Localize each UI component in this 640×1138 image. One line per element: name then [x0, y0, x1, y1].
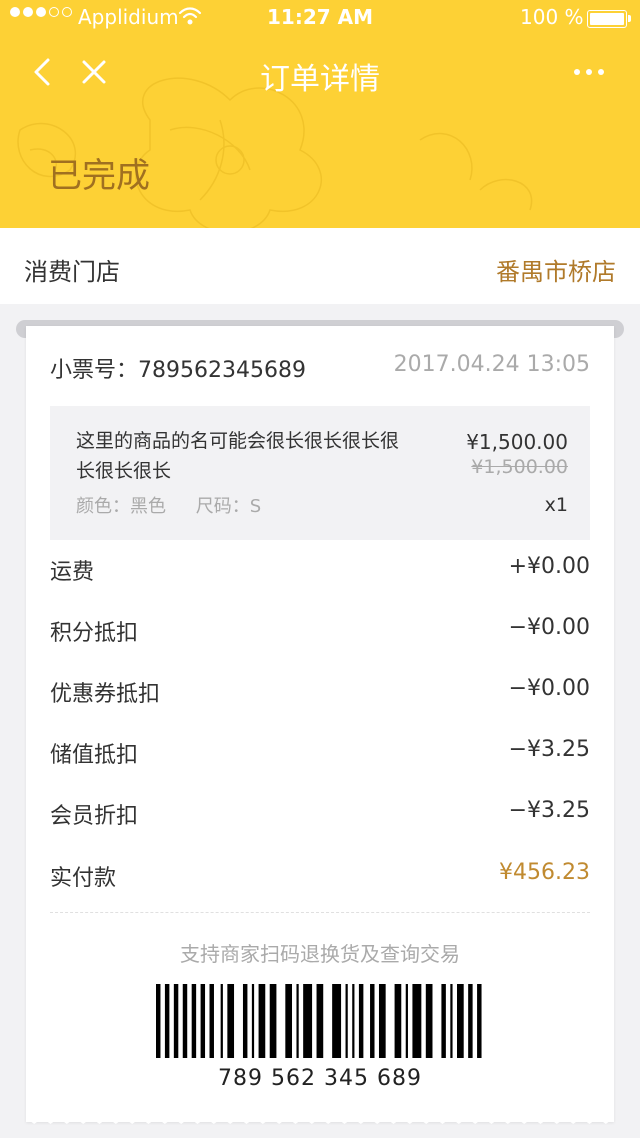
ticket-row: 小票号：789562345689 2017.04.24 13:05	[50, 352, 590, 386]
fee-label: 储值抵扣	[50, 743, 139, 768]
barcode-bar	[378, 984, 386, 1058]
barcode-bar	[200, 984, 206, 1058]
barcode-bar	[209, 984, 214, 1058]
product-price: ¥1,500.00	[466, 430, 568, 454]
product-attributes: 颜色：黑色 尺码：S	[76, 492, 261, 518]
receipt-torn-edge	[26, 1110, 614, 1124]
fee-value: −¥0.00	[508, 676, 590, 701]
store-name: 番禺市桥店	[496, 258, 616, 286]
barcode-bar	[156, 984, 161, 1058]
barcode-bar	[220, 984, 223, 1058]
product-name: 这里的商品的名可能会很长很长很长很长很长很长	[76, 430, 400, 482]
ticket-date: 2017.04.24 13:05	[393, 352, 590, 377]
barcode-bar	[316, 984, 324, 1058]
status-bar: Applidium 11:27 AM 100 %	[0, 0, 640, 36]
navigation-bar: 订单详情	[0, 36, 640, 108]
barcode-bar	[394, 984, 402, 1058]
barcode-bar	[269, 984, 277, 1058]
fee-row-total: 实付款 ¥456.23	[50, 860, 590, 892]
fee-row-stored-value: 储值抵扣 −¥3.25	[50, 737, 590, 769]
fee-value: +¥0.00	[508, 554, 590, 579]
barcode-bar	[358, 984, 364, 1058]
fee-label: 会员折扣	[50, 804, 139, 829]
ticket-number: 小票号：789562345689	[50, 358, 306, 383]
fee-value: −¥0.00	[508, 615, 590, 640]
fee-row-coupon: 优惠券抵扣 −¥0.00	[50, 676, 590, 708]
barcode-bar	[441, 984, 446, 1058]
barcode-bar	[468, 984, 473, 1058]
store-row: 消费门店 番禺市桥店	[0, 228, 640, 304]
barcode	[156, 984, 482, 1058]
product-color: 颜色：黑色	[76, 496, 166, 517]
barcode-bar	[251, 984, 255, 1058]
scan-note: 支持商家扫码退换货及查询交易	[180, 942, 460, 966]
barcode-bar	[242, 984, 248, 1058]
barcode-bar	[191, 984, 197, 1058]
total-value: ¥456.23	[499, 860, 590, 885]
fee-label: 运费	[50, 560, 95, 585]
barcode-bar	[258, 984, 266, 1058]
barcode-bar	[182, 984, 188, 1058]
fee-row-shipping: 运费 +¥0.00	[50, 554, 590, 586]
barcode-bar	[303, 984, 313, 1058]
barcode-bar	[285, 984, 293, 1058]
barcode-bar	[332, 984, 342, 1058]
barcode-bar	[173, 984, 179, 1058]
barcode-bar	[450, 984, 453, 1058]
barcode-bar	[477, 984, 482, 1058]
barcode-bar	[457, 984, 464, 1058]
store-label: 消费门店	[24, 258, 120, 286]
fee-label: 优惠券抵扣	[50, 682, 161, 707]
fee-value: −¥3.25	[508, 737, 590, 762]
total-label: 实付款	[50, 866, 117, 891]
barcode-bar	[227, 984, 235, 1058]
battery-icon	[587, 10, 631, 28]
fee-row-points: 积分抵扣 −¥0.00	[50, 615, 590, 647]
barcode-bar	[296, 984, 299, 1058]
header: Applidium 11:27 AM 100 % 订单详情 已完成	[0, 0, 640, 228]
fee-row-member-discount: 会员折扣 −¥3.25	[50, 798, 590, 830]
barcode-bar	[352, 984, 355, 1058]
barcode-bar	[345, 984, 348, 1058]
order-status: 已完成	[48, 156, 150, 196]
barcode-bar	[164, 984, 170, 1058]
barcode-number: 789 562 345 689	[218, 1066, 422, 1091]
receipt: 小票号：789562345689 2017.04.24 13:05 这里的商品的…	[26, 326, 614, 1122]
fee-label: 积分抵扣	[50, 621, 139, 646]
product-quantity: x1	[544, 494, 568, 516]
battery-percentage: 100 %	[520, 5, 584, 29]
barcode-bar	[412, 984, 422, 1058]
product-item[interactable]: 这里的商品的名可能会很长很长很长很长很长很长 颜色：黑色 尺码：S ¥1,500…	[50, 406, 590, 540]
fee-value: −¥3.25	[508, 798, 590, 823]
product-original-price: ¥1,500.00	[471, 456, 568, 478]
divider	[50, 912, 590, 913]
barcode-bar	[370, 984, 375, 1058]
page-title: 订单详情	[260, 62, 380, 97]
more-dots-icon[interactable]	[566, 56, 612, 88]
barcode-bar	[425, 984, 433, 1058]
product-size: 尺码：S	[195, 496, 262, 517]
barcode-bar	[405, 984, 408, 1058]
